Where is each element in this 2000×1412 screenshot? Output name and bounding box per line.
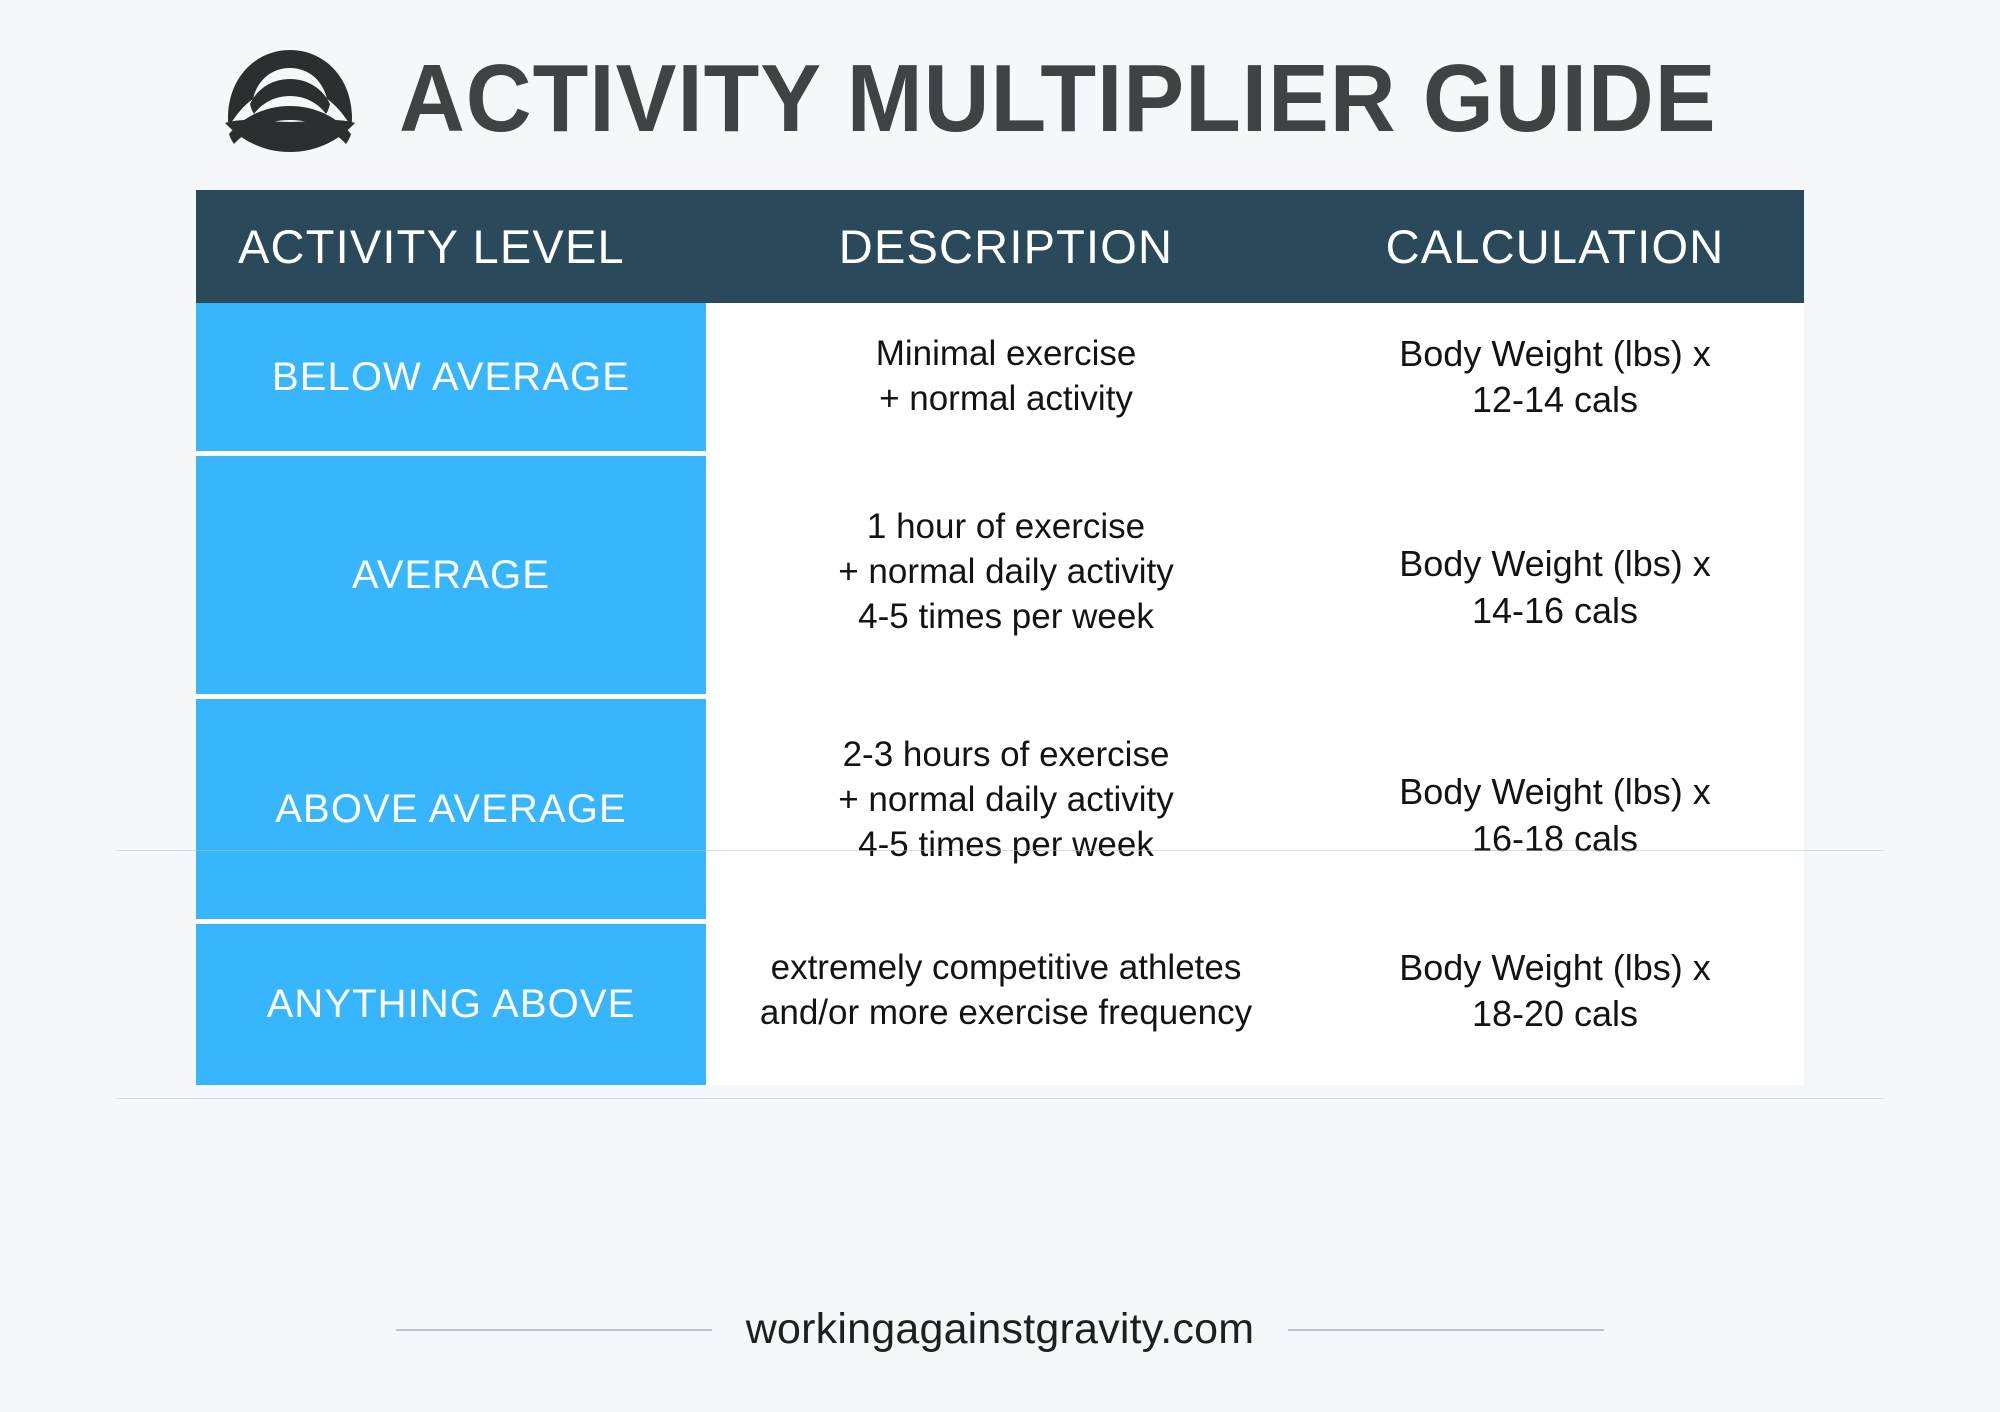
column-header-activity-level: ACTIVITY LEVEL	[238, 220, 625, 273]
calculation-line: Body Weight (lbs) x	[1399, 946, 1711, 988]
calculation-above-average: Body Weight (lbs) x 16-18 cals	[1306, 694, 1804, 919]
activity-multiplier-table: ACTIVITY LEVEL DESCRIPTION CALCULATION B…	[116, 190, 1884, 1099]
calculation-line: Body Weight (lbs) x	[1399, 543, 1711, 585]
table-row: AVERAGE 1 hour of exercise + normal dail…	[196, 451, 1804, 694]
calculation-line: 18-20 cals	[1471, 993, 1639, 1034]
description-anything-above: extremely competitive athletes and/or mo…	[706, 919, 1306, 1085]
description-line: extremely competitive athletes	[770, 948, 1242, 988]
footer-website: workingagainstgravity.com	[745, 1305, 1255, 1353]
description-line: 2-3 hours of exercise	[842, 735, 1170, 775]
description-line: Minimal exercise	[875, 334, 1137, 374]
description-line: + normal daily activity	[838, 780, 1174, 820]
dome-arcs-logo-icon	[224, 50, 355, 152]
table-body: BELOW AVERAGE Minimal exercise + normal …	[196, 303, 1804, 1085]
description-line: + normal activity	[879, 379, 1133, 418]
activity-level-below-average: BELOW AVERAGE	[196, 303, 706, 451]
description-line: 4-5 times per week	[858, 824, 1154, 864]
description-below-average: Minimal exercise + normal activity	[706, 303, 1306, 451]
calculation-line: Body Weight (lbs) x	[1399, 332, 1711, 374]
calculation-anything-above: Body Weight (lbs) x 18-20 cals	[1306, 919, 1804, 1085]
column-header-calculation: CALCULATION	[1385, 220, 1725, 273]
calculation-line: 12-14 cals	[1471, 379, 1639, 420]
calculation-line: Body Weight (lbs) x	[1399, 771, 1711, 813]
page-footer: workingagainstgravity.com	[0, 1305, 2000, 1354]
calculation-below-average: Body Weight (lbs) x 12-14 cals	[1306, 303, 1804, 451]
table-row: ABOVE AVERAGE 2-3 hours of exercise + no…	[196, 694, 1804, 919]
description-line: + normal daily activity	[838, 552, 1174, 592]
table-row: BELOW AVERAGE Minimal exercise + normal …	[196, 303, 1804, 451]
description-average: 1 hour of exercise + normal daily activi…	[706, 451, 1306, 694]
activity-level-average: AVERAGE	[196, 451, 706, 694]
bleed-divider	[116, 850, 1884, 851]
calculation-line: 16-18 cals	[1471, 817, 1639, 859]
description-line: 4-5 times per week	[858, 596, 1154, 636]
description-above-average: 2-3 hours of exercise + normal daily act…	[706, 694, 1306, 919]
table-row: ANYTHING ABOVE extremely competitive ath…	[196, 919, 1804, 1085]
activity-level-anything-above: ANYTHING ABOVE	[196, 919, 706, 1085]
calculation-line: 14-16 cals	[1471, 589, 1639, 631]
bleed-divider	[116, 1098, 1884, 1099]
footer-rule-right	[1288, 1328, 1605, 1331]
footer-rule-left	[395, 1328, 712, 1331]
activity-level-above-average: ABOVE AVERAGE	[196, 694, 706, 919]
page-header: ACTIVITY MULTIPLIER GUIDE	[0, 0, 2000, 190]
column-header-description: DESCRIPTION	[838, 220, 1174, 273]
calculation-average: Body Weight (lbs) x 14-16 cals	[1306, 451, 1804, 694]
description-line: 1 hour of exercise	[866, 507, 1146, 547]
table-header-row: ACTIVITY LEVEL DESCRIPTION CALCULATION	[196, 190, 1804, 303]
page-title: ACTIVITY MULTIPLIER GUIDE	[398, 45, 1717, 152]
description-line: and/or more exercise frequency	[759, 993, 1253, 1032]
